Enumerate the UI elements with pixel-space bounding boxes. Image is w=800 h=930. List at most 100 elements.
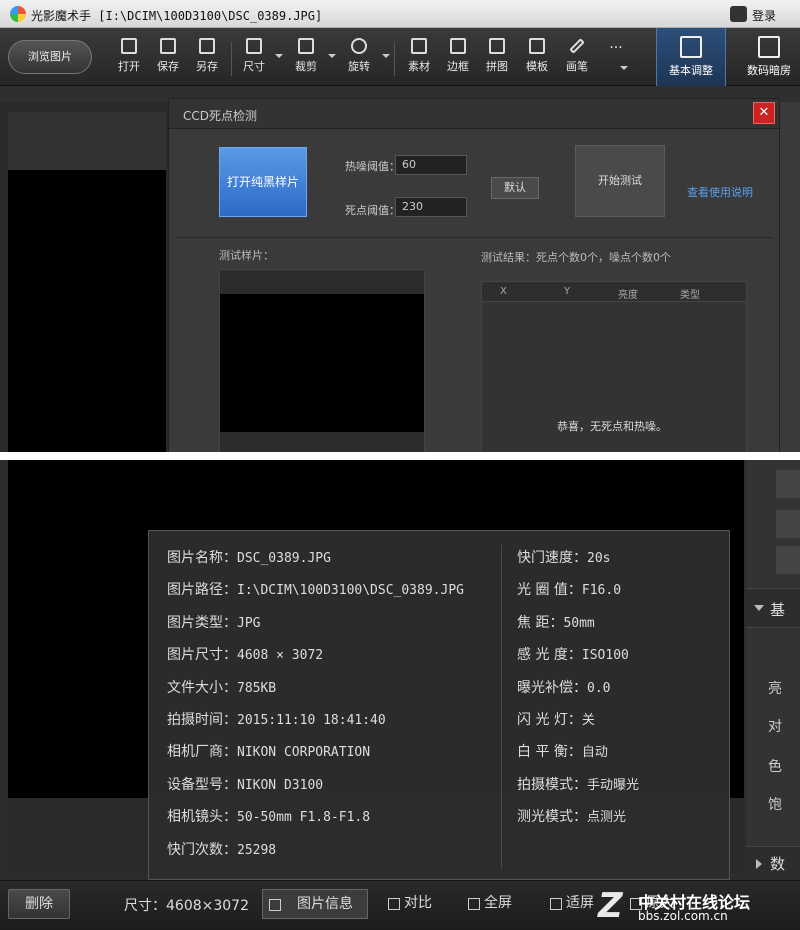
basic-section-header[interactable]: 基: [746, 588, 800, 628]
info-row: 文件大小：785KB: [167, 677, 276, 697]
panel-control[interactable]: [776, 470, 800, 498]
window-title: 光影魔术手 [I:\DCIM\100D3100\DSC_0389.JPG]: [31, 7, 322, 24]
delete-button[interactable]: 删除: [8, 889, 70, 919]
info-value: JPG: [237, 615, 261, 631]
more-button[interactable]: ...: [598, 32, 634, 72]
resize-dropdown-icon[interactable]: [275, 54, 283, 58]
info-value: 自动: [581, 745, 608, 761]
app-title: 光影魔术手: [31, 9, 92, 23]
info-row: 焦 距：50mm: [517, 612, 595, 632]
open-button[interactable]: 打开: [111, 38, 147, 78]
result-message: 恭喜，无死点和热噪。: [557, 420, 667, 433]
info-key: 焦 距：: [517, 614, 564, 631]
info-row: 图片名称：DSC_0389.JPG: [167, 547, 331, 567]
tab-basic-adjust[interactable]: 基本调整: [656, 28, 726, 86]
template-button[interactable]: 模板: [519, 38, 555, 78]
fit-screen-button[interactable]: 适屏: [544, 889, 594, 919]
toolbar-divider: [394, 42, 395, 76]
toolbar-divider: [231, 42, 232, 76]
photo-info-label: 图片信息: [297, 896, 353, 912]
login-link[interactable]: 登录: [752, 7, 776, 24]
info-key: 图片路径：: [167, 582, 237, 599]
photo-info-button[interactable]: 图片信息: [262, 889, 368, 919]
default-button[interactable]: 默认: [491, 177, 539, 199]
collage-label: 拼图: [486, 60, 508, 73]
info-key: 相机镜头：: [167, 809, 237, 826]
info-value: 25298: [237, 842, 277, 858]
save-button[interactable]: 保存: [150, 38, 186, 78]
open-label: 打开: [118, 60, 140, 73]
crop-icon: [298, 38, 314, 54]
fullscreen-icon: [468, 898, 480, 910]
compare-label: 对比: [404, 895, 432, 911]
second-section-header[interactable]: 数: [746, 846, 800, 880]
info-key: 光 圈 值：: [517, 582, 582, 599]
info-value: NIKON D3100: [237, 777, 324, 793]
info-row: 拍摄模式：手动曝光: [517, 774, 639, 794]
info-row: 闪 光 灯：关: [517, 709, 595, 729]
info-key: 设备型号：: [167, 776, 237, 793]
dead-threshold-input[interactable]: 230: [395, 197, 467, 217]
help-link[interactable]: 查看使用说明: [687, 184, 753, 200]
sample-label: 测试样片：: [219, 249, 274, 262]
tab-digital-darkroom[interactable]: 数码暗房: [734, 28, 800, 86]
panel-control[interactable]: [776, 510, 800, 538]
image-canvas: [8, 170, 166, 452]
info-value: NIKON CORPORATION: [237, 745, 371, 761]
column-divider: [501, 545, 502, 869]
info-key: 白 平 衡：: [517, 744, 582, 761]
zol-watermark: Z 中关村在线论坛 bbs.zol.com.cn: [598, 887, 798, 927]
watermark-url: bbs.zol.com.cn: [638, 909, 728, 923]
column-header-x: X: [500, 286, 507, 297]
material-button[interactable]: 素材: [401, 38, 437, 78]
result-table: X Y 亮度 类型 恭喜，无死点和热噪。: [481, 281, 747, 452]
hot-threshold-label: 热噪阈值：: [345, 160, 400, 173]
dialog-divider: [175, 237, 773, 238]
compare-button[interactable]: 对比: [382, 889, 432, 919]
info-row: 快门速度：20s: [517, 547, 610, 567]
brush-button[interactable]: 画笔: [559, 38, 595, 78]
brightness-label: 亮: [768, 681, 782, 697]
user-icon[interactable]: [730, 6, 747, 22]
zol-logo: Z: [598, 886, 623, 926]
material-label: 素材: [408, 60, 430, 73]
main-toolbar: 浏览图片 打开 保存 另存 尺寸 裁剪 旋转 素材 边框 拼图 模板 画笔 ..…: [0, 28, 800, 86]
crop-dropdown-icon[interactable]: [328, 54, 336, 58]
info-value: 785KB: [237, 680, 277, 696]
info-value: ISO100: [581, 648, 629, 664]
start-test-button[interactable]: 开始测试: [575, 145, 665, 217]
star-icon: [411, 38, 427, 54]
ccd-dialog-screenshot: 光影魔术手 [I:\DCIM\100D3100\DSC_0389.JPG] 登录…: [0, 0, 800, 452]
basic-section-title: 基: [770, 601, 786, 619]
close-icon[interactable]: ✕: [753, 102, 775, 124]
info-key: 文件大小：: [167, 679, 237, 696]
rotate-button[interactable]: 旋转: [341, 38, 377, 78]
info-value: I:\DCIM\100D3100\DSC_0389.JPG: [237, 583, 464, 599]
hot-threshold-input[interactable]: 60: [395, 155, 467, 175]
fullscreen-button[interactable]: 全屏: [462, 889, 512, 919]
panel-control[interactable]: [776, 546, 800, 574]
camera-icon: [758, 36, 780, 58]
collage-button[interactable]: 拼图: [479, 38, 515, 78]
rotate-dropdown-icon[interactable]: [382, 54, 390, 58]
template-icon: [529, 38, 545, 54]
crop-button[interactable]: 裁剪: [288, 38, 324, 78]
info-row: 感 光 度：ISO100: [517, 644, 629, 664]
title-bar: 光影魔术手 [I:\DCIM\100D3100\DSC_0389.JPG] 登录: [0, 0, 800, 28]
resize-icon: [246, 38, 262, 54]
border-button[interactable]: 边框: [440, 38, 476, 78]
browse-images-button[interactable]: 浏览图片: [8, 40, 92, 74]
resize-button[interactable]: 尺寸: [236, 38, 272, 78]
info-key: 拍摄时间：: [167, 712, 237, 728]
work-area: [8, 112, 166, 452]
info-key: 闪 光 灯：: [517, 712, 582, 728]
info-row: 相机厂商：NIKON CORPORATION: [167, 741, 370, 761]
result-summary: 测试结果：死点个数0个，噪点个数0个: [481, 251, 671, 264]
more-dropdown-icon[interactable]: [620, 66, 628, 70]
save-as-button[interactable]: 另存: [189, 38, 225, 78]
contrast-label: 对: [768, 719, 782, 735]
open-black-sample-button[interactable]: 打开纯黑样片: [219, 147, 307, 217]
brush-label: 画笔: [566, 60, 588, 73]
border-label: 边框: [447, 60, 469, 73]
info-value: 0.0: [587, 680, 611, 696]
